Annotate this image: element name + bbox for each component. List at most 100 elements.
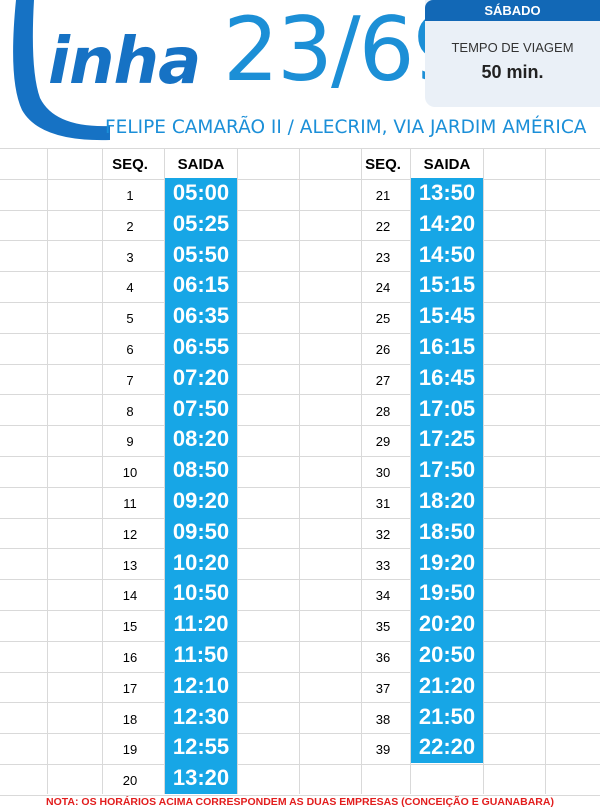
- grid-vline: [237, 148, 238, 794]
- grid-hline: [0, 548, 600, 550]
- seq-number-left: 19: [122, 742, 138, 758]
- departure-time-left: 12:30: [172, 703, 230, 729]
- grid-hline: [0, 148, 600, 149]
- departure-time-right: 18:20: [418, 488, 476, 513]
- departure-time-left: 12:55: [172, 734, 230, 760]
- departure-time-right: 17:50: [418, 457, 476, 483]
- departure-time-left: 07:20: [172, 364, 230, 390]
- seq-number-right: 24: [375, 280, 391, 296]
- departure-time-left: 12:10: [172, 672, 230, 698]
- header-seq-right: SEQ.: [365, 156, 401, 173]
- departure-time-left: 06:35: [172, 303, 230, 329]
- grid-hline: [0, 733, 600, 735]
- seq-number-right: 27: [375, 372, 391, 388]
- seq-number-right: 38: [375, 711, 391, 727]
- seq-number-left: 15: [122, 619, 138, 635]
- departure-time-right: 16:15: [418, 334, 476, 359]
- grid-vline: [47, 148, 48, 794]
- grid-hline: [0, 425, 600, 427]
- departure-time-left: 09:50: [172, 518, 230, 544]
- departure-time-right: 14:20: [418, 210, 476, 236]
- header-saida-left: SAIDA: [177, 156, 225, 173]
- grid-hline: [0, 394, 600, 396]
- seq-number-right: 33: [375, 557, 391, 573]
- seq-number-left: 20: [122, 773, 138, 789]
- seq-number-left: 14: [122, 588, 138, 604]
- seq-number-right: 26: [375, 342, 391, 357]
- seq-number-right: 32: [375, 526, 391, 542]
- departure-time-left: 09:20: [172, 488, 230, 513]
- seq-number-left: 12: [122, 526, 138, 542]
- departure-time-left: 05:25: [172, 210, 230, 236]
- travel-time-label: TEMPO DE VIAGEM: [451, 40, 574, 55]
- seq-number-left: 18: [122, 711, 138, 727]
- departure-time-right: 16:45: [418, 364, 476, 390]
- grid-vline: [102, 148, 103, 794]
- seq-number-right: 21: [375, 188, 391, 203]
- seq-number-left: 3: [126, 249, 134, 265]
- seq-number-left: 4: [126, 280, 134, 296]
- grid-hline: [0, 240, 600, 242]
- seq-number-right: 28: [375, 403, 391, 419]
- departure-time-left: 05:50: [172, 241, 230, 267]
- departure-time-right: 17:05: [418, 395, 476, 421]
- departure-time-left: 06:55: [172, 334, 230, 359]
- seq-number-left: 7: [126, 372, 134, 388]
- departure-time-right: 20:50: [418, 642, 476, 667]
- departure-time-right: 19:50: [418, 580, 476, 606]
- grid-hline: [0, 178, 600, 180]
- seq-number-right: 36: [375, 650, 391, 665]
- seq-number-right: 34: [375, 588, 391, 604]
- seq-number-right: 35: [375, 619, 391, 635]
- departure-time-right: 15:45: [418, 303, 476, 329]
- departure-time-left: 08:50: [172, 457, 230, 483]
- departure-time-left: 11:50: [173, 642, 229, 667]
- departure-time-right: 19:20: [418, 549, 476, 575]
- seq-number-left: 13: [122, 557, 138, 573]
- grid-hline: [0, 209, 600, 211]
- grid-hline: [0, 671, 600, 673]
- header-saida-right: SAIDA: [423, 156, 471, 173]
- departure-time-right: 14:50: [418, 241, 476, 267]
- seq-number-right: 39: [375, 742, 391, 758]
- grid-hline: [0, 456, 600, 457]
- seq-number-right: 31: [375, 496, 391, 511]
- departure-time-right: 21:50: [418, 703, 476, 729]
- route-title: FELIPE CAMARÃO II / ALECRIM, VIA JARDIM …: [105, 117, 587, 138]
- seq-number-right: 23: [375, 249, 391, 265]
- seq-number-left: 6: [126, 342, 134, 357]
- note: NOTA: OS HORÁRIOS ACIMA CORRESPONDEM AS …: [46, 796, 554, 808]
- grid-hline: [0, 579, 600, 581]
- grid-hline: [0, 332, 600, 334]
- seq-number-right: 29: [375, 434, 391, 450]
- seq-number-right: 22: [375, 218, 391, 234]
- departure-time-left: 10:20: [172, 549, 230, 575]
- departure-time-right: 20:20: [418, 611, 476, 637]
- seq-number-left: 9: [126, 434, 134, 450]
- departure-time-left: 07:50: [172, 395, 230, 421]
- grid-hline: [0, 363, 600, 365]
- grid-hline: [0, 702, 600, 704]
- header-seq-left: SEQ.: [112, 156, 148, 173]
- grid-vline: [361, 148, 362, 794]
- departure-time-left: 05:00: [172, 180, 230, 205]
- seq-number-right: 25: [375, 311, 391, 327]
- seq-number-right: 37: [375, 680, 391, 696]
- seq-number-left: 17: [122, 680, 138, 696]
- departure-time-right: 21:20: [418, 672, 476, 698]
- seq-number-left: 11: [123, 496, 137, 511]
- departure-time-left: 06:15: [172, 272, 230, 298]
- grid-hline: [0, 640, 600, 642]
- departure-time-right: 17:25: [418, 426, 476, 452]
- departure-time-left: 13:20: [172, 765, 230, 791]
- departure-time-left: 10:50: [172, 580, 230, 606]
- logo-text: inha: [48, 25, 201, 99]
- day-badge: SÁBADO: [425, 0, 600, 21]
- seq-number-left: 5: [126, 311, 134, 327]
- departure-time-right: 18:50: [418, 518, 476, 544]
- departure-time-left: 08:20: [172, 426, 230, 452]
- seq-number-left: 10: [122, 465, 138, 481]
- grid-hline: [0, 302, 600, 303]
- departure-time-left: 11:20: [173, 611, 229, 637]
- info-box: SÁBADO TEMPO DE VIAGEM 50 min.: [425, 0, 600, 107]
